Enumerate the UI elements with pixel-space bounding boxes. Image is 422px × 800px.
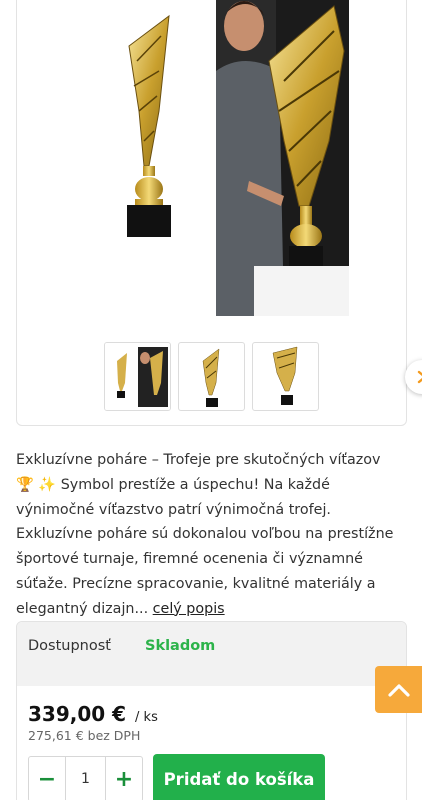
- quantity-stepper: − +: [28, 756, 143, 800]
- back-to-top-button[interactable]: [375, 666, 422, 713]
- availability-label: Dostupnosť: [28, 638, 111, 654]
- full-description-link[interactable]: celý popis: [153, 601, 225, 617]
- availability-row: Dostupnosť Skladom: [17, 622, 406, 686]
- availability-value: Skladom: [145, 638, 216, 654]
- product-gallery: [16, 0, 422, 426]
- price-unit: / ks: [135, 710, 158, 725]
- product-short-description: Exkluzívne poháre – Trofeje pre skutočný…: [16, 448, 396, 622]
- add-to-cart-button[interactable]: Pridať do košíka: [153, 754, 325, 800]
- chevron-up-icon: [387, 683, 410, 697]
- price: 339,00 € / ks: [28, 702, 158, 726]
- thumbnail-strip: [104, 342, 422, 412]
- thumbnail-3[interactable]: [252, 342, 319, 411]
- buy-box: Dostupnosť Skladom 339,00 € / ks 275,61 …: [16, 621, 407, 800]
- price-value: 339,00 €: [28, 702, 127, 726]
- quantity-decrease-button[interactable]: −: [29, 757, 66, 800]
- description-text: Exkluzívne poháre – Trofeje pre skutočný…: [16, 452, 394, 617]
- quantity-input[interactable]: [66, 757, 105, 800]
- thumbnail-1[interactable]: [104, 342, 171, 411]
- quantity-increase-button[interactable]: +: [105, 757, 142, 800]
- main-product-image[interactable]: [99, 0, 349, 316]
- thumbnail-2[interactable]: [178, 342, 245, 411]
- price-without-vat: 275,61 € bez DPH: [28, 728, 141, 743]
- chevron-right-icon: [417, 370, 422, 384]
- gallery-next-button[interactable]: [405, 360, 422, 394]
